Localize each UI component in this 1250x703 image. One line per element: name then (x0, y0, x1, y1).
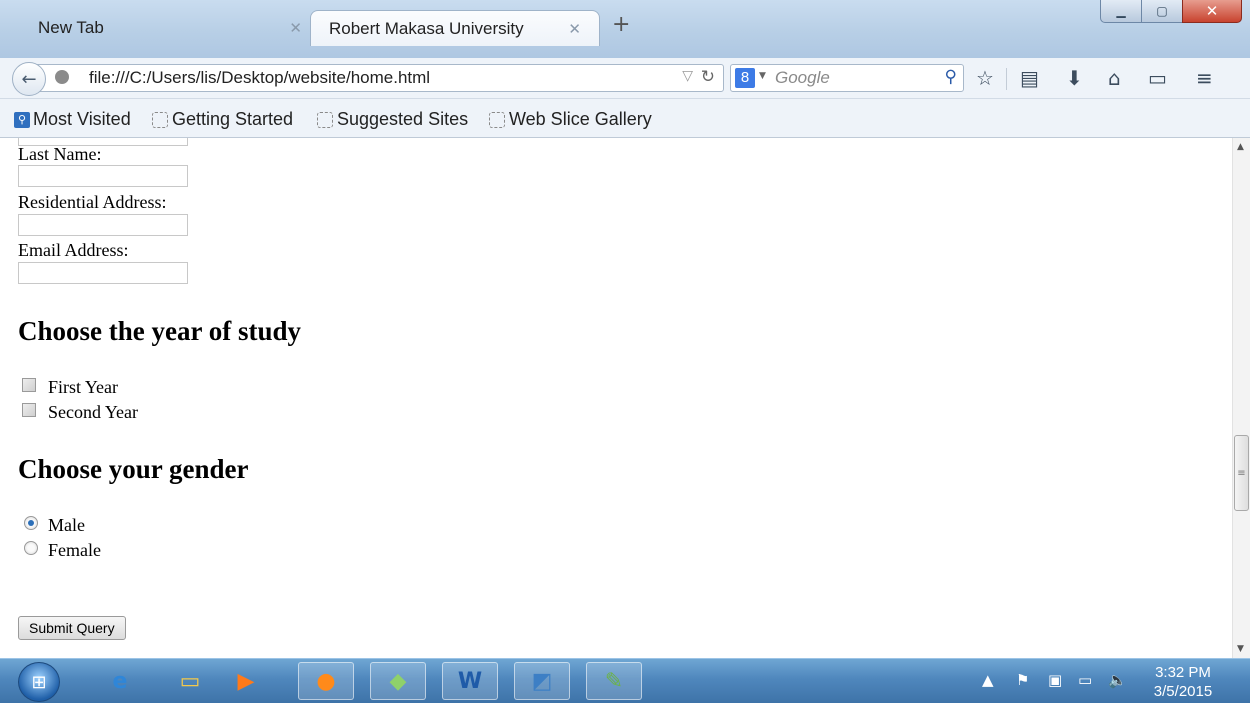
male-label: Male (48, 515, 85, 535)
scroll-down-arrow-icon[interactable]: ▼ (1237, 644, 1244, 654)
window-controls: ▁ ▢ ✕ (1100, 0, 1242, 23)
media-player-icon[interactable]: ▶ (218, 662, 274, 700)
device-icon[interactable]: ▣ (1048, 671, 1062, 689)
tab-new-tab[interactable]: New Tab ✕ (8, 10, 316, 46)
bookmark-getting-started[interactable]: Getting Started (152, 109, 293, 130)
gender-heading: Choose your gender (18, 454, 249, 484)
bookmarks-list-icon[interactable]: ▤ (1020, 66, 1039, 90)
male-radio[interactable] (24, 516, 38, 530)
minimize-button[interactable]: ▁ (1100, 0, 1142, 23)
most-visited-icon: ⚲ (14, 111, 30, 128)
network-icon[interactable]: ▭ (1078, 671, 1092, 689)
last-name-input[interactable] (18, 165, 188, 187)
female-label: Female (48, 540, 101, 560)
search-bar[interactable]: 8 ▼ Google ⚲ (730, 64, 964, 92)
start-button[interactable]: ⊞ (18, 662, 60, 702)
bookmark-suggested-sites[interactable]: Suggested Sites (317, 109, 468, 130)
tab-robert-makasa-university[interactable]: Robert Makasa University ✕ (310, 10, 600, 46)
second-year-checkbox[interactable] (22, 403, 36, 417)
search-engine-dropdown-icon[interactable]: ▼ (759, 71, 766, 81)
female-radio[interactable] (24, 541, 38, 555)
search-magnifier-icon[interactable]: ⚲ (945, 67, 957, 87)
notes-icon[interactable]: ◩ (514, 662, 570, 700)
action-center-flag-icon[interactable]: ⚑ (1016, 671, 1029, 689)
tab-label: New Tab (38, 18, 104, 37)
first-year-checkbox[interactable] (22, 378, 36, 392)
word-icon[interactable]: W (442, 662, 498, 700)
back-arrow-icon: ← (21, 68, 37, 90)
menu-icon[interactable]: ≡ (1196, 66, 1213, 90)
address-input[interactable] (18, 214, 188, 236)
bookmarks-toolbar: ⚲ Most Visited Getting Started Suggested… (0, 99, 1250, 138)
internet-explorer-icon[interactable]: e (92, 662, 148, 700)
page-content: Last Name: Residential Address: Email Ad… (0, 138, 1232, 658)
browser-titlebar: New Tab ✕ Robert Makasa University ✕ + ▁… (0, 0, 1250, 58)
tab-close-icon[interactable]: ✕ (568, 20, 581, 38)
tab-label: Robert Makasa University (329, 18, 524, 38)
first-year-label: First Year (48, 377, 119, 397)
maximize-button[interactable]: ▢ (1141, 0, 1183, 23)
tab-close-icon[interactable]: ✕ (289, 19, 302, 37)
clock-time: 3:32 PM (1155, 664, 1211, 681)
bookmark-web-slice-gallery[interactable]: Web Slice Gallery (489, 109, 652, 130)
navigation-toolbar: file:///C:/Users/lis/Desktop/website/hom… (0, 58, 1250, 99)
volume-icon[interactable]: 🔈 (1108, 671, 1127, 689)
toolbar-divider (1006, 68, 1007, 90)
reload-icon[interactable]: ↻ (701, 67, 715, 87)
close-window-button[interactable]: ✕ (1182, 0, 1242, 23)
bookmark-label: Suggested Sites (337, 109, 469, 129)
paint-icon[interactable]: ✎ (586, 662, 642, 700)
system-clock[interactable]: 3:32 PM 3/5/2015 (1138, 663, 1228, 701)
bookmark-label: Getting Started (172, 109, 294, 129)
window-icon[interactable]: ▭ (1148, 66, 1167, 90)
year-heading: Choose the year of study (18, 316, 301, 346)
page-icon (489, 111, 505, 128)
search-placeholder: Google (775, 68, 830, 87)
address-label: Residential Address: (18, 192, 167, 212)
bookmark-label: Web Slice Gallery (509, 109, 652, 129)
bookmark-star-icon[interactable]: ☆ (976, 66, 994, 90)
globe-icon (55, 70, 69, 84)
show-hidden-icons-icon[interactable]: ▲ (982, 671, 994, 689)
windows-logo-icon: ⊞ (31, 671, 47, 693)
sticky-app-icon[interactable]: ◆ (370, 662, 426, 700)
bookmark-label: Most Visited (33, 109, 131, 129)
new-tab-plus-icon[interactable]: + (612, 12, 630, 37)
email-input[interactable] (18, 262, 188, 284)
back-button[interactable]: ← (12, 62, 46, 96)
url-bar[interactable]: file:///C:/Users/lis/Desktop/website/hom… (30, 64, 724, 92)
second-year-label: Second Year (48, 402, 138, 422)
search-engine-icon[interactable]: 8 (735, 68, 755, 88)
windows-taskbar: ⊞ e ▭ ▶ ● ◆ W ◩ ✎ ▲ ⚑ ▣ ▭ 🔈 3:32 PM 3/5/… (0, 658, 1250, 703)
email-label: Email Address: (18, 240, 129, 260)
download-icon[interactable]: ⬇ (1066, 66, 1083, 90)
page-icon (317, 111, 333, 128)
firefox-icon[interactable]: ● (298, 662, 354, 700)
file-explorer-icon[interactable]: ▭ (162, 662, 218, 700)
page-icon (152, 111, 168, 128)
submit-query-button[interactable]: Submit Query (18, 616, 126, 640)
vertical-scrollbar[interactable]: ▲ ≡ ▼ (1232, 138, 1250, 658)
url-dropdown-icon[interactable]: ▽ (682, 68, 693, 84)
url-text: file:///C:/Users/lis/Desktop/website/hom… (89, 68, 431, 87)
last-name-label: Last Name: (18, 144, 102, 164)
clock-date: 3/5/2015 (1153, 683, 1213, 700)
home-icon[interactable]: ⌂ (1108, 66, 1121, 90)
scroll-thumb[interactable]: ≡ (1234, 435, 1249, 511)
bookmark-most-visited[interactable]: ⚲ Most Visited (14, 109, 131, 130)
scroll-up-arrow-icon[interactable]: ▲ (1237, 142, 1244, 152)
